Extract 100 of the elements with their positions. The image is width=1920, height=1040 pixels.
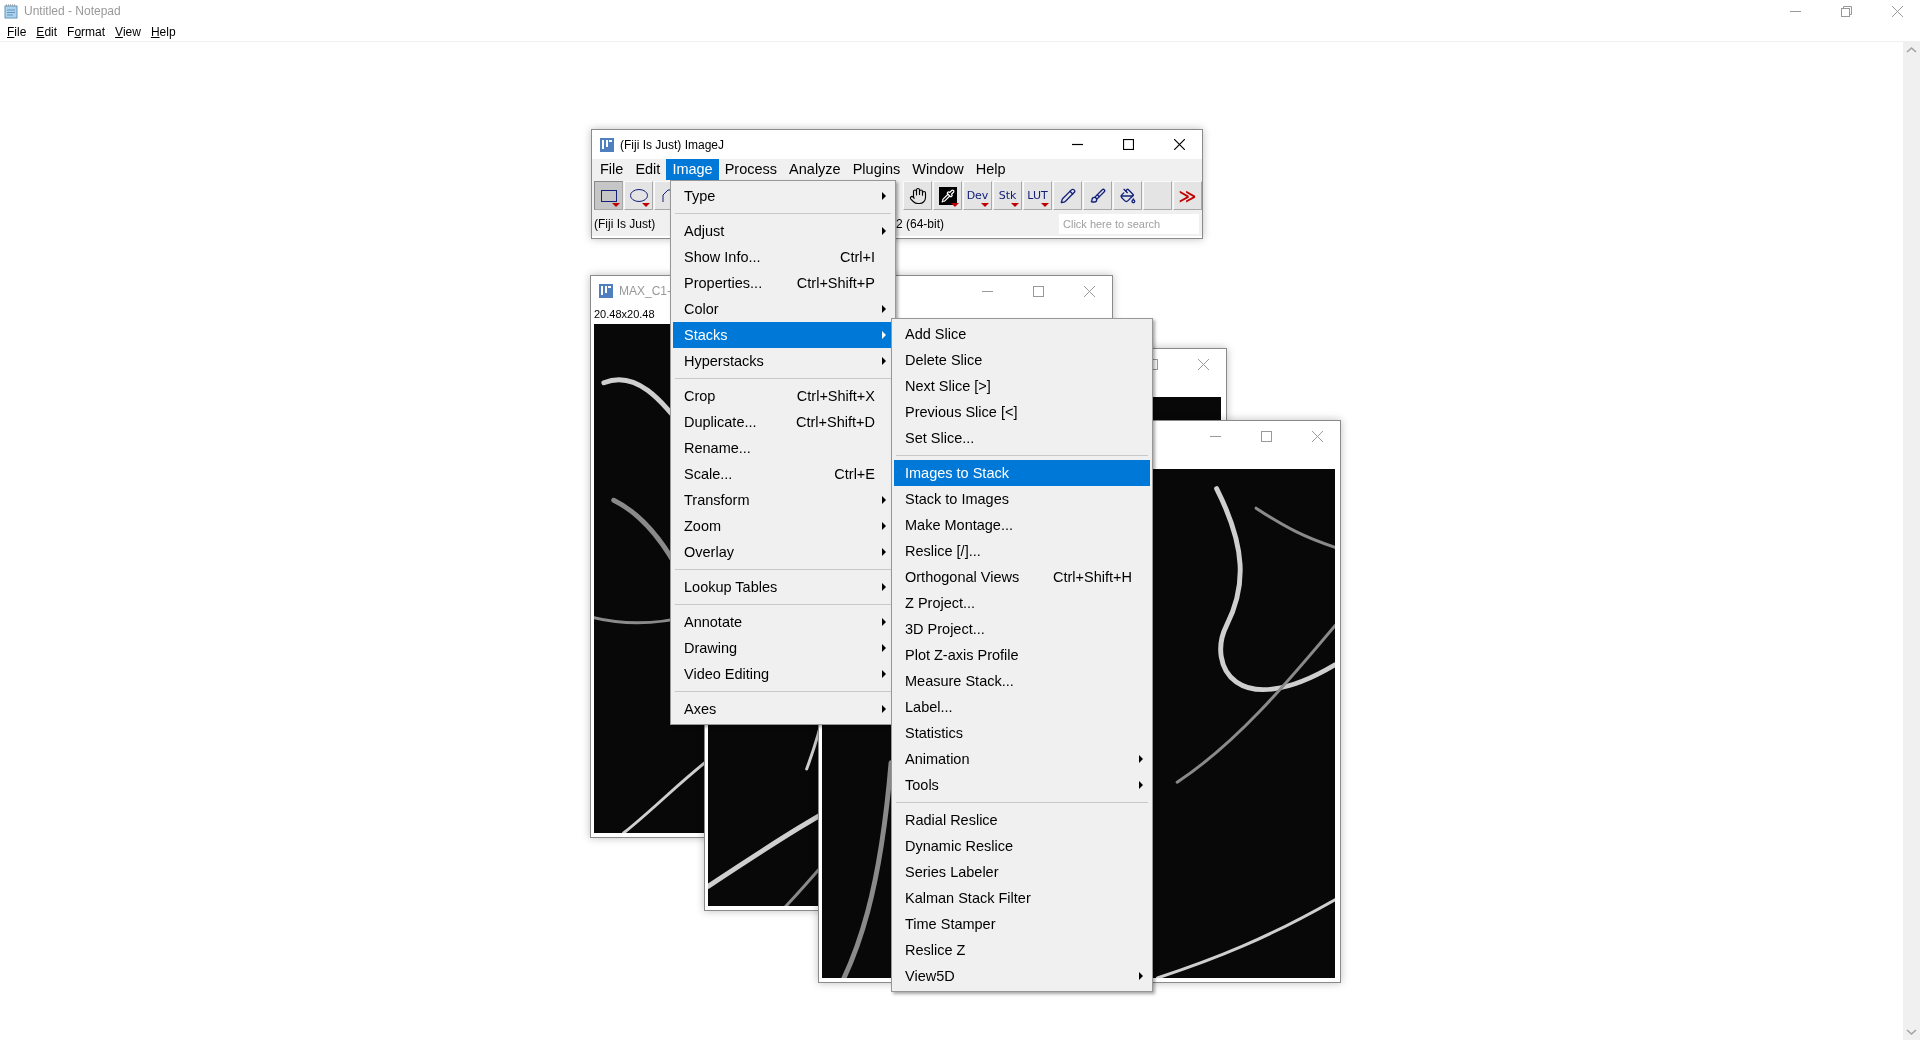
- menu-item[interactable]: Zoom: [673, 513, 893, 539]
- image-info: 20.48x20.48: [594, 308, 655, 320]
- menu-item[interactable]: File: [2, 24, 32, 39]
- tool-menu-button[interactable]: Stk: [993, 181, 1022, 210]
- menu-item[interactable]: Format: [62, 24, 111, 39]
- brush-icon: [1089, 187, 1106, 204]
- close-icon: [1198, 358, 1209, 370]
- close-icon: [1084, 285, 1095, 297]
- menu-item[interactable]: Adjust: [673, 218, 893, 244]
- menu-item[interactable]: Reslice [/]...: [894, 538, 1150, 564]
- tool-menu-button[interactable]: LUT: [1023, 181, 1052, 210]
- submenu-arrow-icon: [882, 357, 886, 365]
- submenu-arrow-icon: [882, 496, 886, 504]
- menu-item[interactable]: Annotate: [673, 609, 893, 635]
- menu-item[interactable]: Statistics: [894, 720, 1150, 746]
- menu-item[interactable]: Reslice Z: [894, 937, 1150, 963]
- menu-item[interactable]: Stacks: [673, 322, 893, 348]
- eyedropper-icon: [938, 186, 957, 205]
- menu-item[interactable]: Overlay: [673, 539, 893, 565]
- rectangle-tool-icon: [600, 189, 617, 202]
- menu-item[interactable]: Edit: [31, 24, 63, 39]
- menu-item[interactable]: Add Slice: [894, 321, 1150, 347]
- menu-item[interactable]: Video Editing: [673, 661, 893, 687]
- submenu-arrow-icon: [882, 305, 886, 313]
- menu-item[interactable]: Properties... Ctrl+Shift+P: [673, 270, 893, 296]
- menu-item[interactable]: Type: [673, 183, 893, 209]
- menu-item[interactable]: Image: [666, 159, 719, 180]
- menu-item[interactable]: Series Labeler: [894, 859, 1150, 885]
- menu-item[interactable]: Tools: [894, 772, 1150, 798]
- menu-item[interactable]: Crop Ctrl+Shift+X: [673, 383, 893, 409]
- menu-item[interactable]: Delete Slice: [894, 347, 1150, 373]
- tool-menu-button[interactable]: Dev: [963, 181, 992, 210]
- search-field[interactable]: Click here to search: [1059, 213, 1199, 234]
- maximize-icon: [1123, 139, 1134, 150]
- more-tools-button[interactable]: ≫: [1173, 181, 1202, 210]
- menu-item[interactable]: Edit: [629, 159, 667, 180]
- menu-item[interactable]: Next Slice [>]: [894, 373, 1150, 399]
- menu-item[interactable]: View5D: [894, 963, 1150, 989]
- menu-item[interactable]: 3D Project...: [894, 616, 1150, 642]
- menu-item[interactable]: Color: [673, 296, 893, 322]
- hand-icon: [908, 186, 927, 205]
- notepad-icon: [4, 3, 18, 19]
- menu-item[interactable]: Orthogonal Views Ctrl+Shift+H: [894, 564, 1150, 590]
- menu-item[interactable]: File: [594, 159, 630, 180]
- menu-item[interactable]: Dynamic Reslice: [894, 833, 1150, 859]
- menu-item[interactable]: Transform: [673, 487, 893, 513]
- submenu-arrow-icon: [1139, 755, 1143, 763]
- menu-item[interactable]: Duplicate... Ctrl+Shift+D: [673, 409, 893, 435]
- status-text: 2 (64-bit): [895, 216, 944, 231]
- oval-tool-icon: [629, 189, 648, 202]
- app-logo-icon: [600, 137, 614, 152]
- maximize-icon: [1033, 285, 1044, 297]
- menu-item[interactable]: Label...: [894, 694, 1150, 720]
- submenu-arrow-icon: [882, 670, 886, 678]
- shortcut-label: Ctrl+Shift+P: [795, 275, 875, 291]
- app-logo-icon: [599, 284, 613, 298]
- menu-item[interactable]: Scale... Ctrl+E: [673, 461, 893, 487]
- submenu-arrow-icon: [1139, 781, 1143, 789]
- submenu-arrow-icon: [882, 644, 886, 652]
- restore-icon: [1841, 5, 1852, 17]
- menu-item[interactable]: Plot Z-axis Profile: [894, 642, 1150, 668]
- window-title: (Fiji Is Just) ImageJ: [620, 137, 724, 152]
- menu-item[interactable]: Stack to Images: [894, 486, 1150, 512]
- menu-item[interactable]: Z Project...: [894, 590, 1150, 616]
- menu-item[interactable]: Make Montage...: [894, 512, 1150, 538]
- submenu-arrow-icon: [882, 522, 886, 530]
- submenu-arrow-icon: [882, 331, 886, 339]
- tool-button[interactable]: [594, 181, 623, 210]
- menu-item[interactable]: Lookup Tables: [673, 574, 893, 600]
- menu-item[interactable]: Help: [145, 24, 181, 39]
- submenu-arrow-icon: [882, 618, 886, 626]
- close-icon: [1892, 5, 1903, 17]
- close-icon: [1174, 139, 1185, 150]
- menu-item[interactable]: Set Slice...: [894, 425, 1150, 451]
- window-title: Untitled - Notepad: [24, 4, 121, 18]
- menu-item[interactable]: Plugins: [846, 159, 907, 180]
- paint-bucket-icon: [1119, 187, 1136, 204]
- submenu-arrow-icon: [882, 548, 886, 556]
- menu-item[interactable]: Analyze: [783, 159, 847, 180]
- menu-item[interactable]: Help: [969, 159, 1012, 180]
- submenu-arrow-icon: [882, 192, 886, 200]
- menu-item[interactable]: Process: [718, 159, 784, 180]
- scrollbar[interactable]: [1903, 42, 1920, 1040]
- menu-item[interactable]: Rename...: [673, 435, 893, 461]
- menu-item[interactable]: Measure Stack...: [894, 668, 1150, 694]
- submenu-arrow-icon: [882, 705, 886, 713]
- menu-item[interactable]: Show Info... Ctrl+I: [673, 244, 893, 270]
- menu-item[interactable]: Hyperstacks: [673, 348, 893, 374]
- menu-item[interactable]: Window: [906, 159, 970, 180]
- close-icon: [1312, 430, 1323, 442]
- menu-item[interactable]: View: [110, 24, 146, 39]
- menu-item[interactable]: Animation: [894, 746, 1150, 772]
- menu-item[interactable]: Time Stamper: [894, 911, 1150, 937]
- menu-item[interactable]: Axes: [673, 696, 893, 722]
- menu-item[interactable]: Previous Slice [<]: [894, 399, 1150, 425]
- menu-item[interactable]: Images to Stack: [894, 460, 1150, 486]
- shortcut-label: Ctrl+Shift+D: [795, 414, 875, 430]
- menu-item[interactable]: Kalman Stack Filter: [894, 885, 1150, 911]
- menu-item[interactable]: Drawing: [673, 635, 893, 661]
- menu-item[interactable]: Radial Reslice: [894, 807, 1150, 833]
